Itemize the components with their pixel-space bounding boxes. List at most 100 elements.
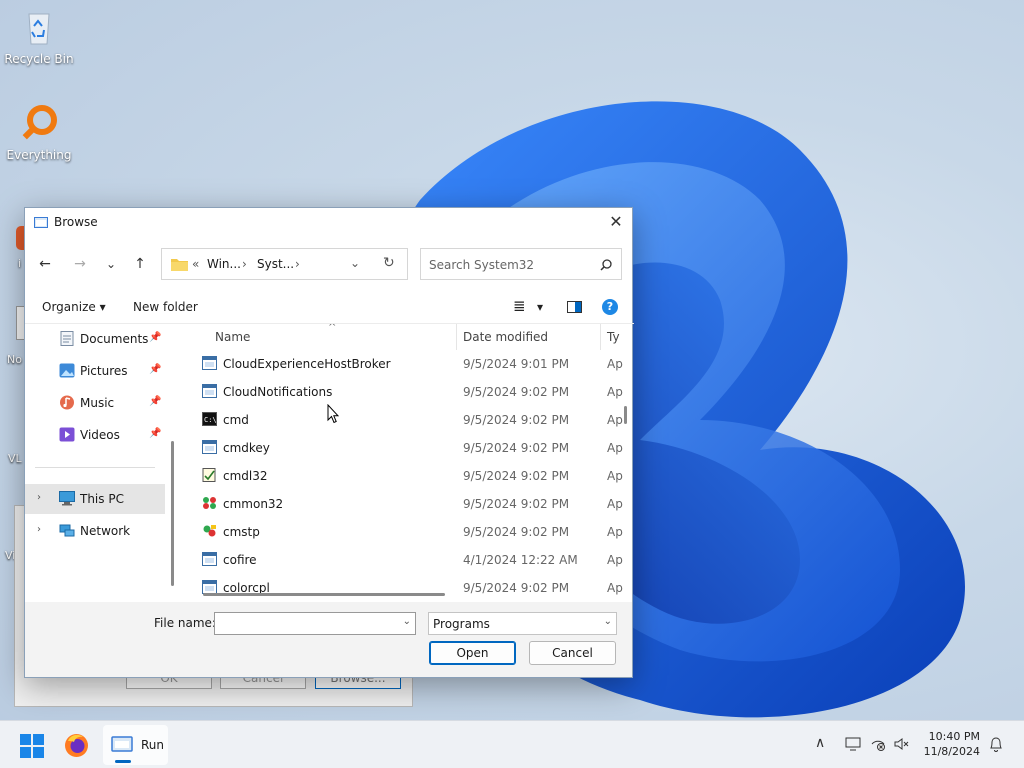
search-placeholder: Search System32	[429, 258, 535, 272]
file-list-vertical-scrollbar[interactable]	[624, 406, 627, 424]
documents-icon	[60, 331, 74, 346]
table-row[interactable]: colorcpl 9/5/2024 9:02 PM Ap	[180, 574, 632, 602]
forward-arrow-icon[interactable]: →	[69, 255, 91, 273]
pin-icon: 📌	[149, 396, 162, 407]
firefox-icon[interactable]	[64, 733, 89, 758]
breadcrumb-windows[interactable]: Win...	[207, 257, 241, 271]
new-folder-button[interactable]: New folder	[133, 300, 198, 314]
sidebar-item-this-pc[interactable]: › This PC	[25, 484, 165, 514]
file-type: Ap	[607, 553, 623, 567]
table-row[interactable]: CloudExperienceHostBroker 9/5/2024 9:01 P…	[180, 350, 632, 378]
table-row[interactable]: cofire 4/1/2024 12:22 AM Ap	[180, 546, 632, 574]
desktop-icon-label-partial: VL	[8, 452, 22, 465]
expand-chevron-icon[interactable]: ›	[37, 524, 41, 535]
desktop-icon-label: Recycle Bin	[4, 52, 74, 66]
table-row[interactable]: cmdkey 9/5/2024 9:02 PM Ap	[180, 434, 632, 462]
address-bar[interactable]: « Win... › Syst... › ⌄ ↻	[161, 248, 408, 280]
search-input[interactable]: Search System32	[420, 248, 622, 280]
file-date-modified: 9/5/2024 9:02 PM	[463, 441, 570, 455]
column-separator[interactable]	[456, 324, 457, 350]
sidebar-item-videos[interactable]: Videos 📌	[25, 420, 165, 450]
file-type: Ap	[607, 497, 623, 511]
taskbar-run-button[interactable]: Run	[103, 725, 168, 765]
organize-button[interactable]: Organize ▾	[42, 300, 106, 314]
column-header-type[interactable]: Ty	[607, 330, 620, 344]
network-disconnected-icon[interactable]	[870, 737, 886, 751]
file-name-label: File name:	[154, 616, 216, 630]
sidebar-item-label: Documents	[80, 332, 149, 346]
taskbar: Run ∧ 10:40 PM 11/8/2024	[0, 720, 1024, 768]
close-button[interactable]: ✕	[600, 208, 632, 237]
breadcrumb-separator: ›	[242, 257, 247, 271]
sidebar-item-pictures[interactable]: Pictures 📌	[25, 356, 165, 386]
file-type-select[interactable]: Programs ⌄	[428, 612, 617, 635]
recycle-bin-icon	[19, 8, 59, 48]
breadcrumb-overflow[interactable]: «	[192, 257, 199, 271]
open-button[interactable]: Open	[429, 641, 516, 665]
file-name-area: File name: ⌄ Programs ⌄ Open Cancel	[25, 602, 632, 677]
file-name: cmdl32	[223, 469, 268, 483]
file-list-horizontal-scrollbar[interactable]	[203, 593, 445, 596]
active-indicator	[115, 760, 131, 763]
sidebar-item-label: Videos	[80, 428, 120, 442]
file-date-modified: 9/5/2024 9:01 PM	[463, 357, 570, 371]
breadcrumb-separator: ›	[295, 257, 300, 271]
recent-locations-chevron-icon[interactable]: ⌄	[100, 255, 122, 273]
back-arrow-icon[interactable]: ←	[34, 255, 56, 273]
up-arrow-icon[interactable]: ↑	[129, 255, 151, 273]
system-clock[interactable]: 10:40 PM 11/8/2024	[924, 729, 980, 759]
run-app-icon	[34, 217, 48, 228]
preview-pane-icon[interactable]	[567, 301, 582, 313]
sidebar-item-network[interactable]: › Network	[25, 516, 165, 546]
file-type: Ap	[607, 357, 623, 371]
file-type: Ap	[607, 581, 623, 595]
desktop-icon-everything[interactable]: Everything	[0, 104, 78, 162]
chevron-down-icon: ⌄	[603, 616, 612, 627]
column-header-date[interactable]: Date modified	[463, 330, 548, 344]
dialog-title: Browse	[54, 215, 98, 229]
view-dropdown-icon[interactable]: ▾	[537, 300, 543, 314]
file-date-modified: 9/5/2024 9:02 PM	[463, 581, 570, 595]
file-type: Ap	[607, 469, 623, 483]
breadcrumb-system32[interactable]: Syst...	[257, 257, 294, 271]
cancel-button[interactable]: Cancel	[529, 641, 616, 665]
help-icon[interactable]: ?	[602, 299, 618, 315]
console-icon: C:\	[202, 412, 217, 426]
table-row[interactable]: cmdl32 9/5/2024 9:02 PM Ap	[180, 462, 632, 490]
navigation-pane-scrollbar[interactable]	[171, 441, 174, 586]
show-hidden-icons-chevron-icon[interactable]: ∧	[815, 735, 825, 751]
column-header-name[interactable]: Name	[215, 330, 250, 344]
file-name-input[interactable]: ⌄	[214, 612, 416, 635]
table-row[interactable]: CloudNotifications 9/5/2024 9:02 PM Ap	[180, 378, 632, 406]
file-date-modified: 9/5/2024 9:02 PM	[463, 469, 570, 483]
table-row[interactable]: cmstp 9/5/2024 9:02 PM Ap	[180, 518, 632, 546]
start-windows-icon[interactable]	[20, 734, 44, 758]
desktop-icon-label-partial: No	[7, 353, 22, 366]
address-history-chevron-icon[interactable]: ⌄	[350, 256, 360, 270]
view-options-icon[interactable]: ≣	[513, 297, 526, 315]
sidebar-item-label: Network	[80, 524, 131, 538]
display-icon[interactable]	[845, 737, 861, 751]
clock-time: 10:40 PM	[928, 730, 980, 743]
notification-bell-icon[interactable]	[989, 737, 1003, 753]
desktop-icon-recycle-bin[interactable]: Recycle Bin	[0, 8, 78, 66]
sort-ascending-icon: ^	[328, 324, 337, 333]
chevron-down-icon[interactable]: ⌄	[403, 616, 411, 627]
sidebar-item-music[interactable]: Music 📌	[25, 388, 165, 418]
column-separator[interactable]	[600, 324, 601, 350]
cmmon-icon	[203, 497, 216, 509]
table-row[interactable]: C:\ cmd 9/5/2024 9:02 PM Ap	[180, 406, 632, 434]
app-window-icon	[202, 440, 217, 454]
pin-icon: 📌	[149, 332, 162, 343]
volume-muted-icon[interactable]	[893, 737, 909, 751]
file-name: CloudNotifications	[223, 385, 333, 399]
file-list: Name ^ Date modified Ty CloudExperienceH…	[180, 324, 632, 602]
sidebar-divider	[35, 467, 155, 468]
expand-chevron-icon[interactable]: ›	[37, 492, 41, 503]
refresh-icon[interactable]: ↻	[383, 255, 395, 271]
desktop-icon-label-partial: i	[18, 257, 22, 270]
file-date-modified: 9/5/2024 9:02 PM	[463, 413, 570, 427]
table-row[interactable]: cmmon32 9/5/2024 9:02 PM Ap	[180, 490, 632, 518]
file-type: Ap	[607, 525, 623, 539]
sidebar-item-documents[interactable]: Documents 📌	[25, 324, 165, 354]
